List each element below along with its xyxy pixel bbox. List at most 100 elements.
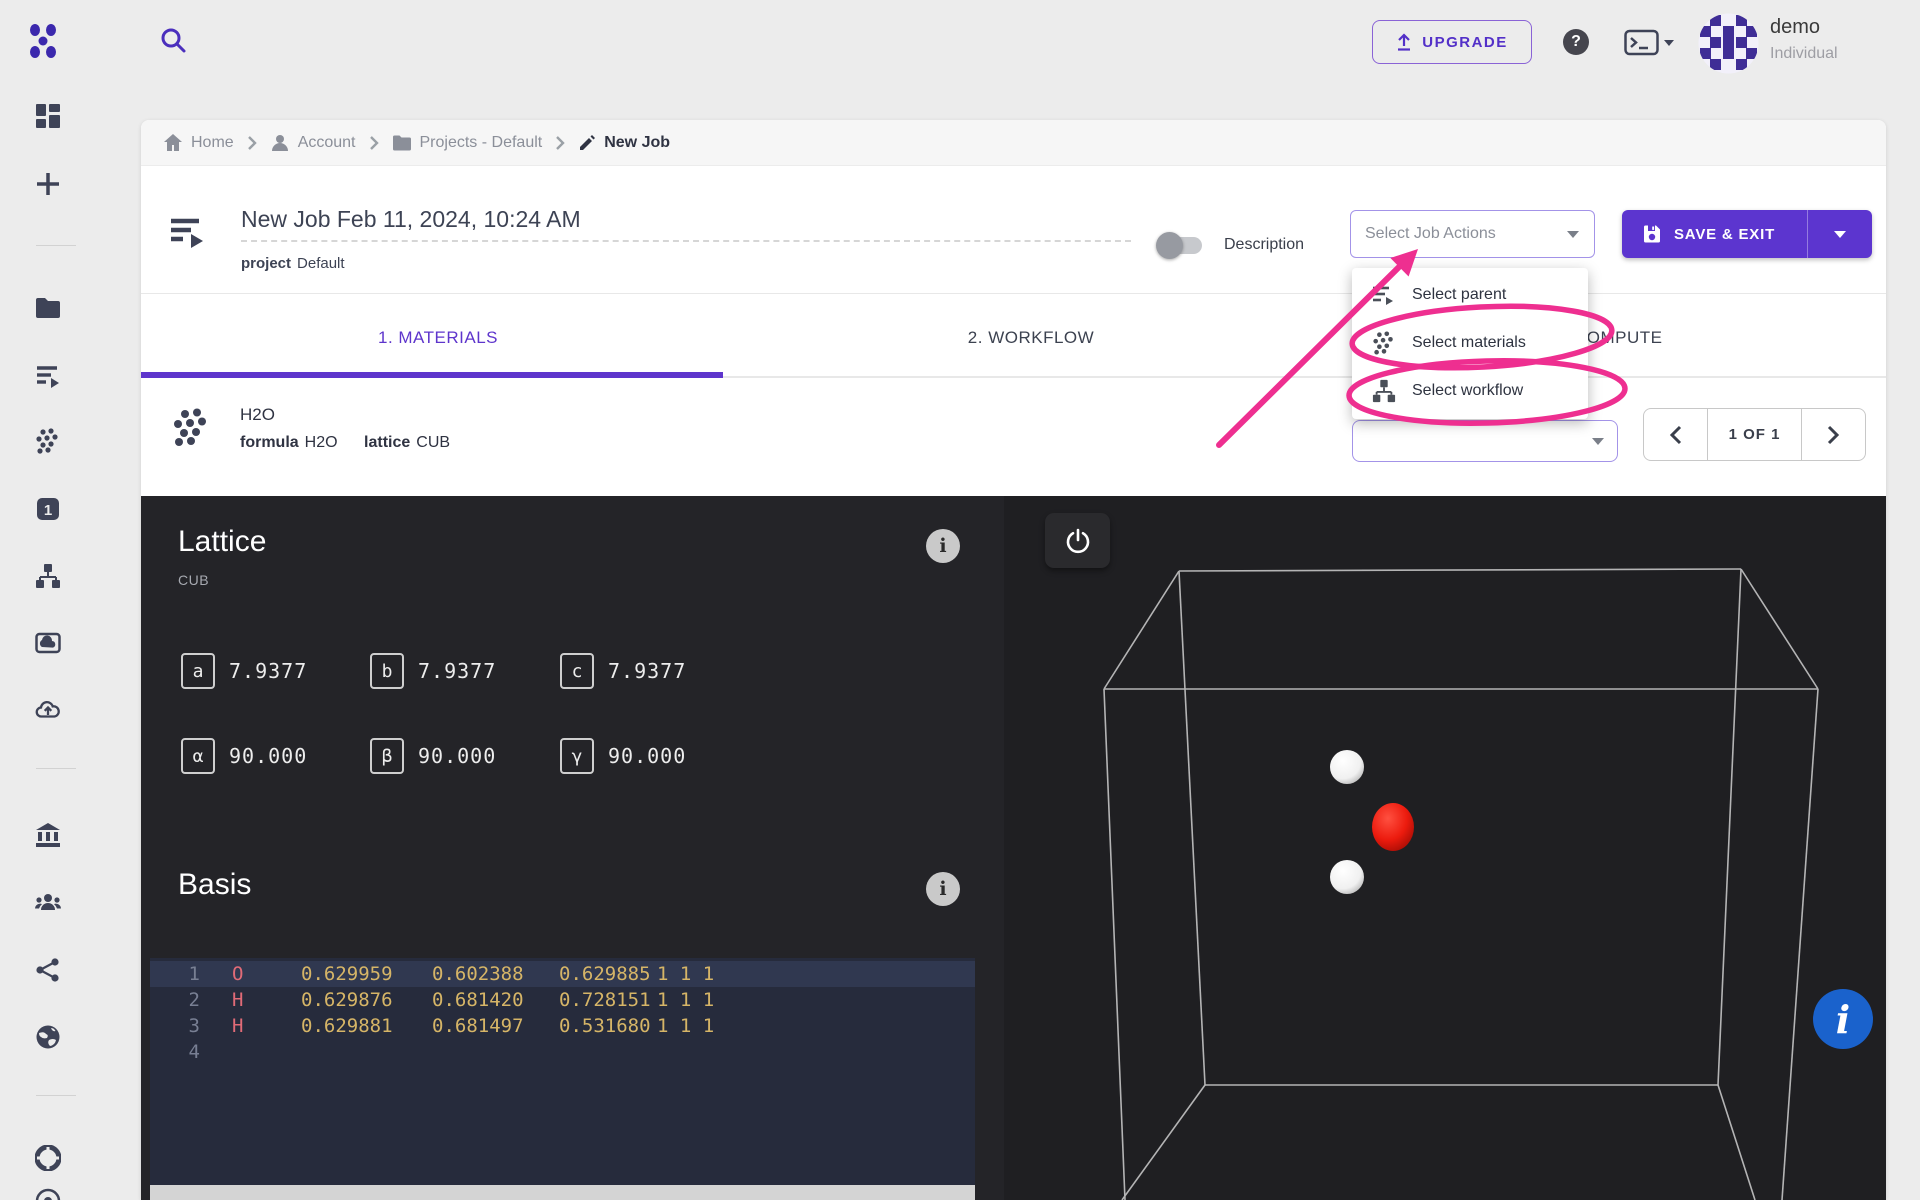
lattice-value-beta[interactable]: 90.000 bbox=[418, 744, 496, 768]
user-name: demo bbox=[1770, 16, 1821, 38]
editor-line[interactable]: 3H 0.629881 0.681497 0.531680 1 1 1 bbox=[150, 1013, 975, 1039]
viewer-power-button[interactable] bbox=[1045, 513, 1110, 568]
lattice-value-b[interactable]: 7.9377 bbox=[418, 659, 496, 683]
menu-item-select-parent[interactable]: Select parent bbox=[1352, 271, 1588, 319]
pager-next-button[interactable] bbox=[1800, 409, 1865, 460]
org-chart-icon bbox=[1372, 379, 1396, 403]
active-tab-indicator bbox=[141, 372, 723, 378]
save-exit-button[interactable]: SAVE & EXIT bbox=[1622, 210, 1872, 258]
lattice-symbol-c: c bbox=[560, 653, 594, 689]
formula-label: formula bbox=[240, 434, 299, 451]
sidebar-item-shared[interactable] bbox=[35, 957, 61, 983]
breadcrumb-home[interactable]: Home bbox=[163, 133, 234, 153]
caret-down-icon bbox=[1834, 230, 1846, 238]
lattice-value-gamma[interactable]: 90.000 bbox=[608, 744, 686, 768]
sidebar-item-media[interactable] bbox=[35, 630, 61, 656]
editor-horizontal-scrollbar[interactable] bbox=[150, 1185, 975, 1200]
help-icon[interactable]: ? bbox=[1563, 29, 1589, 55]
sidebar-item-bank[interactable] bbox=[35, 822, 61, 848]
power-icon bbox=[1066, 528, 1089, 553]
lattice-symbol-gamma: γ bbox=[560, 738, 594, 774]
tab-workflow[interactable]: 2. WORKFLOW bbox=[881, 318, 1181, 358]
editor-line[interactable]: 1O 0.629959 0.602388 0.629885 1 1 1 bbox=[150, 961, 975, 987]
save-exit-label: SAVE & EXIT bbox=[1674, 225, 1776, 243]
sidebar-divider bbox=[36, 245, 76, 246]
job-title[interactable]: New Job Feb 11, 2024, 10:24 AM bbox=[241, 206, 581, 233]
unit-cell-wireframe bbox=[1103, 568, 1819, 1200]
lattice-value: CUB bbox=[416, 434, 451, 451]
material-subtitle: formula H2O lattice CUB bbox=[240, 434, 450, 452]
project-value: Default bbox=[297, 255, 345, 272]
lattice-field-a: a 7.9377 bbox=[181, 653, 307, 689]
chevron-right-icon bbox=[556, 135, 565, 150]
home-icon bbox=[164, 133, 182, 151]
job-project: project Default bbox=[241, 255, 345, 272]
job-icon bbox=[171, 218, 203, 248]
project-label: project bbox=[241, 255, 292, 272]
chevron-right-icon bbox=[247, 135, 257, 150]
job-actions-menu: Select parent Select materials Select wo… bbox=[1352, 268, 1588, 419]
description-toggle-knob[interactable] bbox=[1156, 232, 1183, 259]
material-selector[interactable] bbox=[1352, 420, 1618, 462]
lattice-info-icon[interactable]: i bbox=[926, 529, 960, 563]
sidebar-item-jobs[interactable] bbox=[35, 363, 61, 389]
breadcrumb-new-job[interactable]: New Job bbox=[578, 134, 670, 152]
pager-label: 1 OF 1 bbox=[1728, 426, 1781, 443]
crystal-viewer-3d[interactable] bbox=[1004, 496, 1886, 1200]
lattice-subtitle: CUB bbox=[178, 572, 210, 588]
material-dots-icon bbox=[174, 408, 206, 446]
sidebar-item-support[interactable] bbox=[35, 1145, 61, 1171]
console-icon[interactable] bbox=[1624, 28, 1676, 56]
sidebar-item-cloud-upload[interactable] bbox=[35, 697, 61, 723]
save-exit-caret[interactable] bbox=[1807, 210, 1872, 258]
editor-line[interactable]: 2H 0.629876 0.681420 0.728151 1 1 1 bbox=[150, 987, 975, 1013]
basis-info-icon[interactable]: i bbox=[926, 872, 960, 906]
upgrade-button[interactable]: UPGRADE bbox=[1372, 20, 1532, 64]
sidebar-item-materials[interactable] bbox=[35, 428, 61, 454]
pager-prev-button[interactable] bbox=[1644, 409, 1709, 460]
sidebar-item-counter-badge[interactable]: 1 bbox=[35, 496, 61, 522]
sidebar-item-dashboard[interactable] bbox=[35, 103, 61, 129]
mat3ra-logo-icon[interactable] bbox=[24, 22, 62, 60]
sidebar-item-workflows[interactable] bbox=[35, 563, 61, 589]
caret-down-icon bbox=[1592, 437, 1604, 445]
avatar[interactable] bbox=[1698, 13, 1759, 74]
viewer-info-button[interactable]: i bbox=[1813, 989, 1873, 1049]
svg-text:1: 1 bbox=[44, 502, 52, 519]
lattice-title: Lattice bbox=[178, 525, 267, 558]
divider bbox=[141, 293, 1886, 294]
menu-item-select-workflow[interactable]: Select workflow bbox=[1352, 367, 1588, 415]
chevron-left-icon bbox=[1669, 425, 1681, 444]
lattice-field-gamma: γ 90.000 bbox=[560, 738, 686, 774]
basis-title: Basis bbox=[178, 868, 252, 901]
job-actions-select[interactable]: Select Job Actions bbox=[1350, 210, 1595, 258]
menu-item-select-materials[interactable]: Select materials bbox=[1352, 319, 1588, 367]
basis-code-editor[interactable]: 1O 0.629959 0.602388 0.629885 1 1 1 2H 0.6… bbox=[150, 958, 975, 1200]
lattice-value-alpha[interactable]: 90.000 bbox=[229, 744, 307, 768]
lattice-value-c[interactable]: 7.9377 bbox=[608, 659, 686, 683]
user-type: Individual bbox=[1770, 45, 1838, 62]
sidebar-item-create-plus[interactable] bbox=[35, 171, 61, 197]
chevron-right-icon bbox=[369, 135, 379, 150]
lattice-field-alpha: α 90.000 bbox=[181, 738, 307, 774]
folder-icon bbox=[392, 135, 411, 150]
material-name: H2O bbox=[240, 405, 275, 424]
lattice-symbol-a: a bbox=[181, 653, 215, 689]
breadcrumb-projects[interactable]: Projects - Default bbox=[392, 133, 542, 153]
atom-hydrogen bbox=[1330, 750, 1364, 784]
breadcrumb-account[interactable]: Account bbox=[270, 133, 356, 153]
chevron-right-icon bbox=[1828, 425, 1840, 444]
tab-materials[interactable]: 1. MATERIALS bbox=[288, 318, 588, 358]
atom-hydrogen bbox=[1330, 860, 1364, 894]
sidebar-item-settings[interactable] bbox=[35, 1188, 61, 1200]
lattice-value-a[interactable]: 7.9377 bbox=[229, 659, 307, 683]
job-actions-placeholder: Select Job Actions bbox=[1365, 225, 1496, 242]
save-icon bbox=[1644, 225, 1660, 243]
lattice-symbol-beta: β bbox=[370, 738, 404, 774]
editor-line[interactable]: 4 bbox=[150, 1039, 975, 1065]
lattice-label: lattice bbox=[364, 434, 411, 451]
sidebar-item-web-globe[interactable] bbox=[35, 1024, 61, 1050]
sidebar-item-team[interactable] bbox=[35, 890, 61, 916]
search-icon[interactable] bbox=[158, 26, 188, 56]
sidebar-item-projects-folder[interactable] bbox=[35, 295, 61, 321]
